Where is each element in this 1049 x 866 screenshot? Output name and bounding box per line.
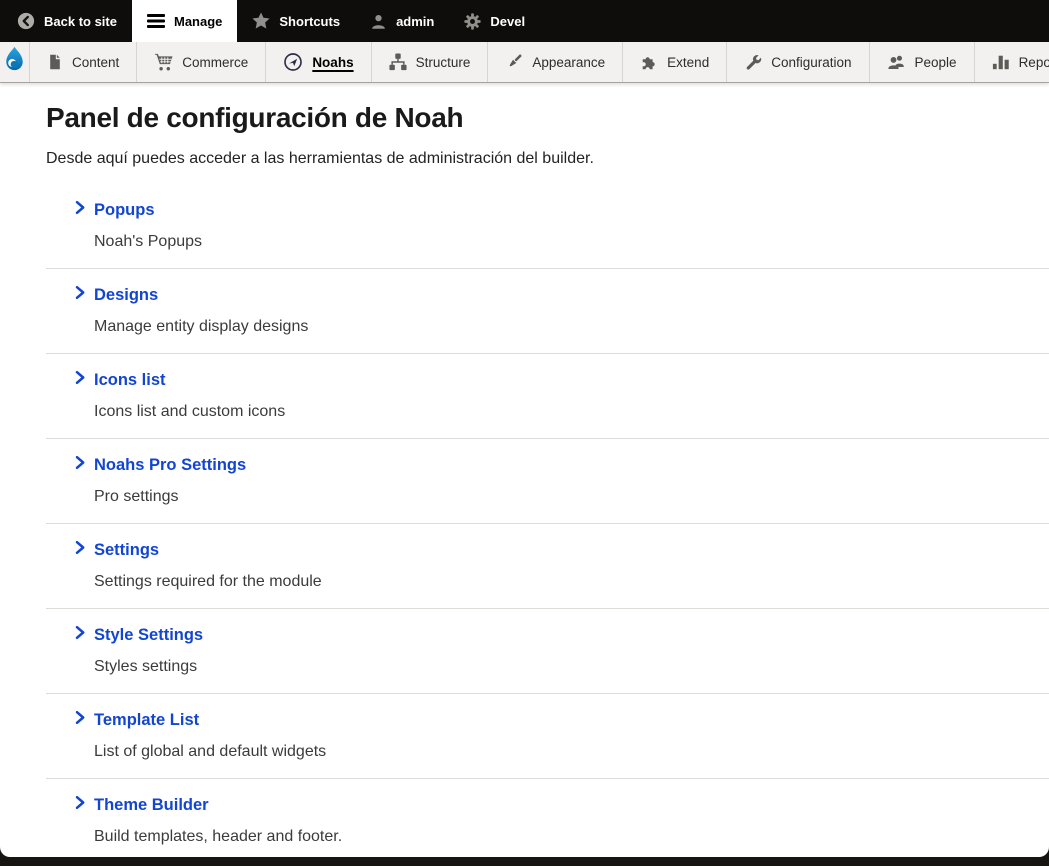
chevron-right-icon — [74, 795, 86, 815]
send-circle-icon — [283, 52, 303, 72]
template-list-link[interactable]: Template List — [74, 709, 1049, 731]
list-item-noahs-pro-settings: Noahs Pro Settings Pro settings — [46, 439, 1049, 524]
wrench-icon — [744, 53, 762, 71]
structure-label: Structure — [415, 54, 471, 70]
cart-icon — [154, 53, 173, 71]
toolbar-item-configuration[interactable]: Configuration — [727, 42, 870, 82]
tab-manage[interactable]: Manage — [131, 0, 238, 42]
noahs-pro-settings-link[interactable]: Noahs Pro Settings — [74, 454, 1049, 476]
back-circle-icon — [17, 12, 35, 30]
toolbar-item-commerce[interactable]: Commerce — [137, 42, 267, 82]
admin-toolbar: Back to site Manage Shortcuts admin Deve… — [0, 0, 1049, 42]
list-item-theme-builder: Theme Builder Build templates, header an… — [46, 779, 1049, 857]
puzzle-icon — [640, 53, 658, 71]
chevron-right-icon — [74, 200, 86, 220]
noahs-pro-settings-title: Noahs Pro Settings — [94, 455, 247, 474]
toolbar-item-reports[interactable]: Reports — [975, 42, 1049, 82]
commerce-label: Commerce — [182, 54, 249, 70]
back-to-site-label: Back to site — [44, 13, 117, 29]
chevron-right-icon — [74, 625, 86, 645]
chevron-right-icon — [74, 370, 86, 390]
settings-description: Settings required for the module — [94, 573, 322, 590]
people-label: People — [914, 54, 957, 70]
icons-list-link[interactable]: Icons list — [74, 369, 1049, 391]
user-icon — [370, 13, 387, 30]
designs-link[interactable]: Designs — [74, 284, 1049, 306]
tab-shortcuts[interactable]: Shortcuts — [237, 0, 355, 42]
admin-panel-list: Popups Noah's Popups Designs Manage enti… — [46, 184, 1049, 857]
file-icon — [47, 53, 63, 71]
admin-user-label: admin — [396, 13, 435, 29]
chevron-right-icon — [74, 455, 86, 475]
style-settings-link[interactable]: Style Settings — [74, 624, 1049, 646]
window-bottom-edge — [0, 857, 1049, 866]
drupal-admin-window: Back to site Manage Shortcuts admin Deve… — [0, 0, 1049, 866]
template-list-title: Template List — [94, 710, 200, 729]
noahs-pro-settings-description: Pro settings — [94, 488, 179, 505]
tab-admin-user[interactable]: admin — [355, 0, 449, 42]
list-item-template-list: Template List List of global and default… — [46, 694, 1049, 779]
popups-description: Noah's Popups — [94, 233, 203, 250]
designs-title: Designs — [94, 285, 159, 304]
page-intro: Desde aquí puedes acceder a las herramie… — [46, 150, 594, 167]
theme-builder-title: Theme Builder — [94, 795, 209, 814]
list-item-icons-list: Icons list Icons list and custom icons — [46, 354, 1049, 439]
content-label: Content — [72, 54, 120, 70]
devel-label: Devel — [490, 13, 526, 29]
template-list-description: List of global and default widgets — [94, 743, 327, 760]
configuration-label: Configuration — [771, 54, 852, 70]
style-settings-description: Styles settings — [94, 658, 198, 675]
reports-label: Reports — [1018, 54, 1049, 70]
list-item-style-settings: Style Settings Styles settings — [46, 609, 1049, 694]
hamburger-icon — [146, 14, 165, 28]
list-item-designs: Designs Manage entity display designs — [46, 269, 1049, 354]
popups-title: Popups — [94, 200, 155, 219]
popups-link[interactable]: Popups — [74, 199, 1049, 221]
icons-list-title: Icons list — [94, 370, 166, 389]
chevron-right-icon — [74, 710, 86, 730]
designs-description: Manage entity display designs — [94, 318, 309, 335]
back-to-site-button[interactable]: Back to site — [2, 0, 132, 42]
star-icon — [252, 12, 270, 30]
toolbar-item-structure[interactable]: Structure — [372, 42, 489, 82]
style-settings-title: Style Settings — [94, 625, 204, 644]
toolbar-item-appearance[interactable]: Appearance — [488, 42, 624, 82]
appearance-label: Appearance — [532, 54, 606, 70]
settings-link[interactable]: Settings — [74, 539, 1049, 561]
toolbar-item-people[interactable]: People — [870, 42, 975, 82]
tab-devel[interactable]: Devel — [449, 0, 540, 42]
shortcuts-label: Shortcuts — [279, 13, 341, 29]
toolbar-item-content[interactable]: Content — [30, 42, 138, 82]
chevron-right-icon — [74, 285, 86, 305]
noahs-label: Noahs — [312, 54, 354, 70]
paintbrush-icon — [505, 53, 523, 71]
page-title: Panel de configuración de Noah — [46, 102, 464, 133]
drupal-home-button[interactable] — [0, 42, 30, 82]
bar-chart-icon — [992, 53, 1010, 71]
theme-builder-description: Build templates, header and footer. — [94, 828, 343, 845]
extend-label: Extend — [667, 54, 710, 70]
sitemap-icon — [389, 53, 407, 71]
manage-label: Manage — [173, 13, 223, 29]
list-item-settings: Settings Settings required for the modul… — [46, 524, 1049, 609]
theme-builder-link[interactable]: Theme Builder — [74, 794, 1049, 816]
icons-list-description: Icons list and custom icons — [94, 403, 286, 420]
list-item-popups: Popups Noah's Popups — [46, 184, 1049, 269]
gear-icon — [464, 12, 481, 30]
toolbar-item-extend[interactable]: Extend — [623, 42, 728, 82]
drupal-logo — [0, 45, 29, 79]
chevron-right-icon — [74, 540, 86, 560]
page-content: Panel de configuración de Noah Desde aqu… — [0, 83, 1049, 857]
settings-title: Settings — [94, 540, 160, 559]
toolbar-tray: Content Commerce Noahs Structure Appeara — [0, 42, 1049, 83]
people-icon — [887, 54, 906, 71]
toolbar-item-noahs[interactable]: Noahs — [266, 42, 372, 82]
